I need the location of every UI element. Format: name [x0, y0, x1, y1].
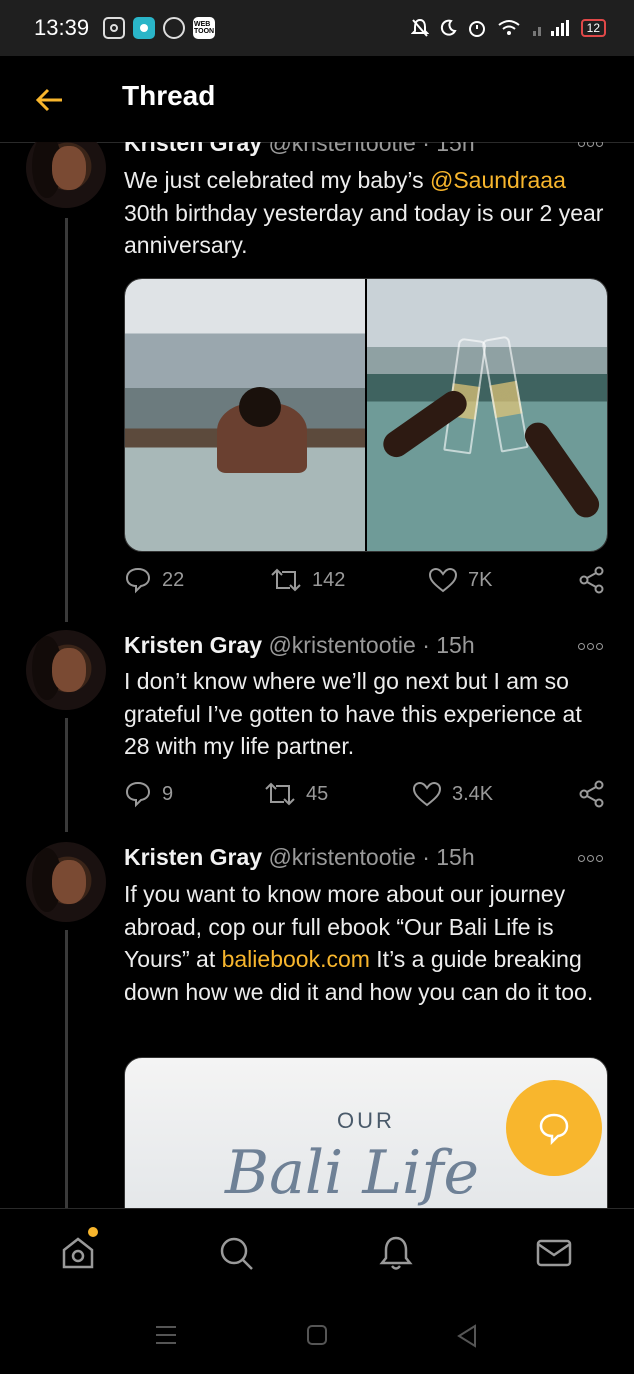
tweet-media[interactable]	[124, 278, 608, 552]
search-icon[interactable]	[216, 1233, 256, 1273]
reply-icon	[125, 567, 151, 594]
ebook-link[interactable]: baliebook.com	[222, 946, 370, 972]
heart-icon	[412, 781, 442, 807]
reply-bubble-icon	[539, 1113, 569, 1145]
instagram-icon	[103, 17, 126, 39]
author-name[interactable]: Kristen Gray	[124, 632, 262, 658]
more-options-icon[interactable]	[578, 639, 606, 653]
tweet-text: We just celebrated my baby’s @Saundraaa …	[124, 167, 604, 258]
messages-icon[interactable]	[534, 1233, 574, 1273]
thread-timeline[interactable]: Kristen Gray @kristentootie · 15h We jus…	[0, 142, 634, 1208]
avatar[interactable]	[26, 842, 106, 922]
retweet-icon	[265, 782, 295, 806]
retweet-count: 45	[306, 782, 329, 805]
wifi-icon	[498, 20, 520, 35]
tweet-text: I don’t know where we’ll go next but I a…	[124, 668, 582, 759]
reply-count: 9	[162, 782, 174, 805]
author-name[interactable]: Kristen Gray	[124, 142, 262, 156]
mention-link[interactable]: @Saundraaa	[430, 167, 566, 193]
reply-icon	[125, 781, 151, 808]
back-arrow-icon[interactable]	[34, 84, 66, 116]
author-name[interactable]: Kristen Gray	[124, 844, 262, 870]
champagne-toast-photo[interactable]	[367, 279, 607, 551]
retweet-count: 142	[312, 568, 346, 591]
like-count: 3.4K	[452, 782, 494, 805]
tweet-header: Kristen Gray @kristentootie · 15h	[124, 142, 475, 157]
thread-connector	[65, 218, 68, 622]
tweet-time: 15h	[436, 142, 475, 156]
recents-button[interactable]	[154, 1324, 178, 1346]
separator-dot: ·	[422, 142, 430, 156]
reply-button[interactable]: 9	[124, 780, 173, 808]
separator-dot: ·	[422, 844, 430, 870]
alarm-icon	[468, 21, 485, 37]
hot-tub-ocean-view-photo[interactable]	[125, 279, 365, 551]
back-button[interactable]	[456, 1324, 478, 1348]
webtoon-icon: WEB TOON	[193, 17, 216, 39]
author-handle[interactable]: @kristentootie	[268, 142, 415, 156]
thread-connector	[65, 930, 68, 1208]
page-title: Thread	[122, 80, 216, 111]
reply-button[interactable]: 22	[124, 566, 184, 594]
retweet-button[interactable]: 142	[270, 566, 345, 594]
tweet-actions: 9 45 3.4K	[124, 780, 606, 810]
tweet-actions: 22 142 7K	[124, 566, 606, 596]
like-count: 7K	[468, 568, 493, 591]
author-handle[interactable]: @kristentootie	[268, 632, 415, 658]
reply-count: 22	[162, 568, 185, 591]
tweet-header: Kristen Gray @kristentootie · 15h	[124, 632, 475, 659]
share-icon	[579, 566, 604, 594]
ebook-card-script-title: Bali Life	[225, 1138, 480, 1208]
more-options-icon[interactable]	[578, 851, 606, 865]
share-icon	[579, 780, 604, 808]
home-icon[interactable]	[58, 1227, 98, 1273]
avatar[interactable]	[26, 142, 106, 208]
heart-icon	[428, 567, 458, 593]
separator-dot: ·	[422, 632, 430, 658]
mute-icon	[410, 18, 429, 37]
tweet-time: 15h	[436, 632, 475, 658]
notification-dot	[88, 1227, 98, 1237]
battery-icon: 12	[580, 19, 606, 37]
status-bar: 13:39 WEB TOON 12	[0, 0, 634, 56]
avatar[interactable]	[26, 630, 106, 710]
tweet-header: Kristen Gray @kristentootie · 15h	[124, 844, 475, 871]
moon-icon	[440, 19, 457, 36]
share-button[interactable]	[578, 566, 606, 594]
notifications-icon[interactable]	[376, 1233, 416, 1273]
tweet-text: If you want to know more about our journ…	[124, 881, 594, 1005]
tweet-time: 15h	[436, 844, 475, 870]
whatsapp-icon	[163, 17, 186, 39]
more-options-icon[interactable]	[578, 142, 606, 150]
app-icon	[133, 17, 156, 39]
share-button[interactable]	[578, 780, 606, 808]
thread-connector	[65, 718, 68, 832]
like-button[interactable]: 3.4K	[412, 780, 493, 808]
home-button[interactable]	[306, 1324, 328, 1346]
status-time: 13:39	[34, 15, 90, 40]
signal-icon	[532, 20, 569, 36]
app-header: Thread	[0, 56, 634, 143]
compose-reply-button[interactable]	[506, 1080, 602, 1176]
retweet-button[interactable]: 45	[264, 780, 328, 808]
bottom-navigation	[0, 1208, 634, 1299]
system-navigation	[0, 1298, 634, 1374]
retweet-icon	[271, 568, 301, 592]
author-handle[interactable]: @kristentootie	[268, 844, 415, 870]
like-button[interactable]: 7K	[428, 566, 492, 594]
